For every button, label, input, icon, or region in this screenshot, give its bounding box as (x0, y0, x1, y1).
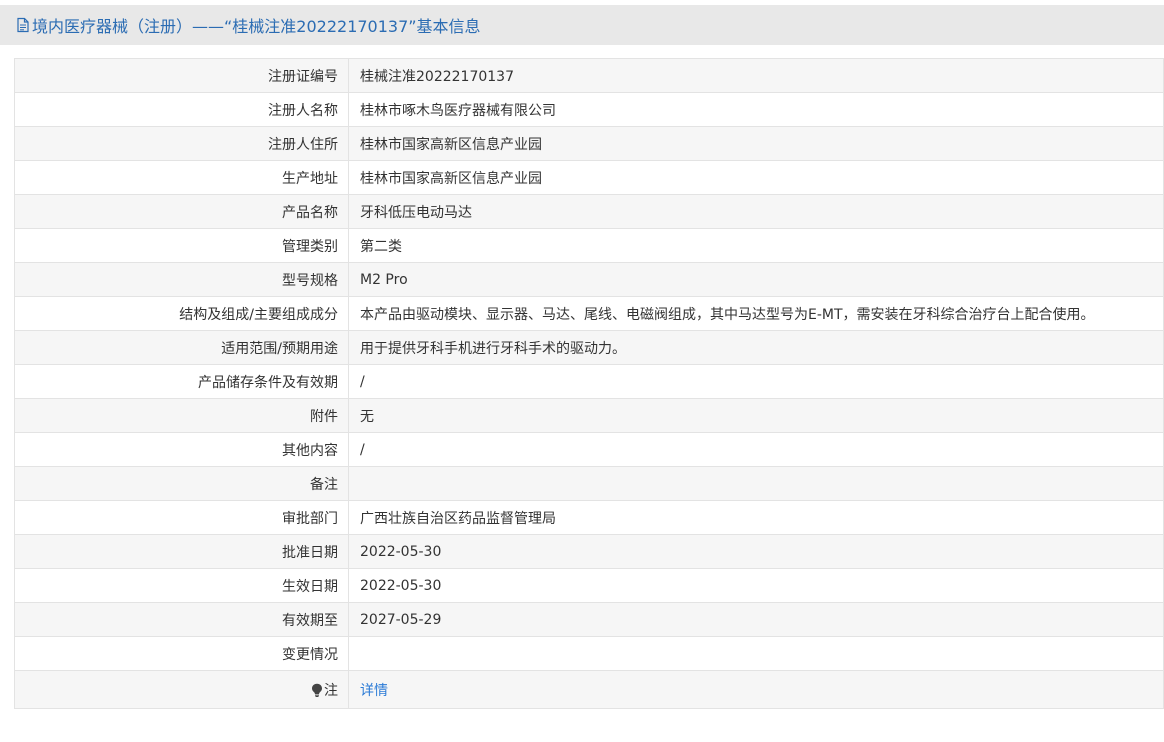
table-row: 注册人住所 桂林市国家高新区信息产业园 (14, 126, 1164, 161)
field-value: 桂林市国家高新区信息产业园 (348, 160, 1164, 195)
field-value: 桂林市啄木鸟医疗器械有限公司 (348, 92, 1164, 127)
field-value: / (348, 432, 1164, 467)
table-row: 生效日期 2022-05-30 (14, 568, 1164, 603)
field-value: 2022-05-30 (348, 568, 1164, 603)
field-label: 审批部门 (14, 500, 349, 535)
field-label: 生效日期 (14, 568, 349, 603)
field-value: / (348, 364, 1164, 399)
table-row: 结构及组成/主要组成成分 本产品由驱动模块、显示器、马达、尾线、电磁阀组成，其中马… (14, 296, 1164, 331)
field-value: 本产品由驱动模块、显示器、马达、尾线、电磁阀组成，其中马达型号为E-MT，需安装… (348, 296, 1164, 331)
field-value: 桂林市国家高新区信息产业园 (348, 126, 1164, 161)
table-row: 备注 (14, 466, 1164, 501)
field-label: 产品储存条件及有效期 (14, 364, 349, 399)
field-label: 变更情况 (14, 636, 349, 671)
field-label: 产品名称 (14, 194, 349, 229)
table-row: 注册证编号 桂械注准20222170137 (14, 58, 1164, 93)
info-table-body: 注册证编号 桂械注准20222170137 注册人名称 桂林市啄木鸟医疗器械有限公司注… (14, 58, 1164, 709)
note-label-cell: 注 (14, 670, 349, 709)
field-label: 结构及组成/主要组成成分 (14, 296, 349, 331)
field-label: 其他内容 (14, 432, 349, 467)
field-label: 注册人住所 (14, 126, 349, 161)
field-value (348, 466, 1164, 501)
table-row: 其他内容 / (14, 432, 1164, 467)
page: 境内医疗器械（注册）——“桂械注准20222170137”基本信息 注册证编号桂… (0, 0, 1164, 742)
note-label: 注 (324, 682, 338, 699)
field-label: 生产地址 (14, 160, 349, 195)
field-value: 2027-05-29 (348, 602, 1164, 637)
field-label: 附件 (14, 398, 349, 433)
field-value: 桂械注准20222170137 (348, 58, 1164, 93)
field-value: 牙科低压电动马达 (348, 194, 1164, 229)
table-row: 产品储存条件及有效期 / (14, 364, 1164, 399)
field-value: 无 (348, 398, 1164, 433)
field-label: 备注 (14, 466, 349, 501)
field-label: 型号规格 (14, 262, 349, 297)
table-row: 管理类别 第二类 (14, 228, 1164, 263)
table-row: 附件无 (14, 398, 1164, 433)
field-value: M2 Pro (348, 262, 1164, 297)
field-value: 广西壮族自治区药品监督管理局 (348, 500, 1164, 535)
note-row: 注 详情 (14, 670, 1164, 709)
table-row: 批准日期 2022-05-30 (14, 534, 1164, 569)
page-title: 境内医疗器械（注册）——“桂械注准20222170137”基本信息 (32, 17, 481, 36)
field-label: 有效期至 (14, 602, 349, 637)
field-label: 批准日期 (14, 534, 349, 569)
field-label: 适用范围/预期用途 (14, 330, 349, 365)
table-row: 产品名称 牙科低压电动马达 (14, 194, 1164, 229)
table-row: 适用范围/预期用途 用于提供牙科手机进行牙科手术的驱动力。 (14, 330, 1164, 365)
info-table: 注册证编号 桂械注准20222170137 注册人名称 桂林市啄木鸟医疗器械有限公司注… (14, 58, 1164, 709)
document-icon (15, 17, 31, 33)
table-row: 变更情况 (14, 636, 1164, 671)
field-label: 注册证编号 (14, 58, 349, 93)
table-row: 审批部门 广西壮族自治区药品监督管理局 (14, 500, 1164, 535)
field-label: 注册人名称 (14, 92, 349, 127)
table-row: 生产地址 桂林市国家高新区信息产业园 (14, 160, 1164, 195)
table-row: 注册人名称 桂林市啄木鸟医疗器械有限公司 (14, 92, 1164, 127)
details-link[interactable]: 详情 (360, 683, 388, 699)
lightbulb-icon (311, 683, 323, 697)
table-row: 型号规格 M2 Pro (14, 262, 1164, 297)
table-row: 有效期至 2027-05-29 (14, 602, 1164, 637)
field-label: 管理类别 (14, 228, 349, 263)
field-value (348, 636, 1164, 671)
title-bar: 境内医疗器械（注册）——“桂械注准20222170137”基本信息 (0, 5, 1164, 45)
note-value-cell: 详情 (348, 670, 1164, 709)
field-value: 2022-05-30 (348, 534, 1164, 569)
field-value: 第二类 (348, 228, 1164, 263)
field-value: 用于提供牙科手机进行牙科手术的驱动力。 (348, 330, 1164, 365)
